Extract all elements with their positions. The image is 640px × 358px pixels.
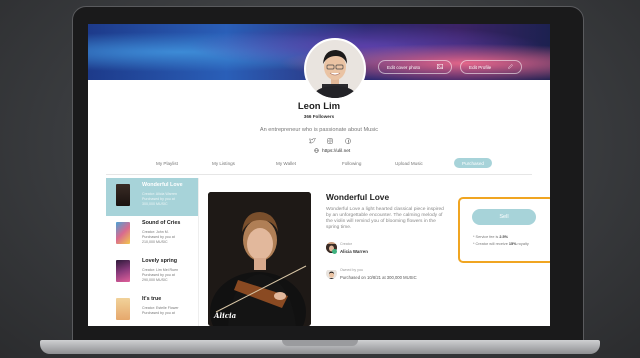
followers-count[interactable]: 366 Followers [88, 114, 550, 119]
artwork-signature: Alicia [214, 311, 237, 320]
list-item-creator: Creator: Lim Mei Ruen [142, 268, 179, 272]
purchased-list: Wonderful Love Creator: Alicia Warren Pu… [106, 178, 199, 326]
edit-profile-button[interactable]: Edit Profile [460, 60, 522, 74]
profile-name: Leon Lim [297, 101, 341, 112]
track-thumbnail [116, 260, 130, 282]
laptop-notch [282, 340, 358, 346]
list-item-purchased: Purchased by you at [142, 273, 175, 277]
tab-my-wallet[interactable]: My Wallet [276, 158, 296, 168]
owner-avatar [326, 268, 337, 279]
image-icon [437, 64, 443, 70]
twitter-icon[interactable] [308, 137, 316, 145]
website-url: https://ulil.net [322, 149, 351, 154]
track-thumbnail [116, 298, 130, 320]
facebook-icon[interactable] [344, 137, 352, 145]
list-item[interactable]: Wonderful Love Creator: Alicia Warren Pu… [106, 178, 198, 216]
avatar[interactable] [304, 38, 366, 100]
app-screen: Edit cover photo Edit Profile Leon Lim 3… [88, 24, 550, 326]
track-artwork: Alicia [208, 192, 311, 326]
list-item-price: 300,000 MUSIC [142, 202, 168, 206]
owner-label: Owned by you [340, 268, 363, 272]
profile-bio: An entrepreneur who is passionate about … [259, 127, 379, 133]
service-fee-prefix: * Service fee is [473, 235, 500, 239]
pencil-icon [508, 64, 513, 70]
royalty-prefix: * Creator will receive [473, 242, 509, 246]
profile-tabs: My Playlist My Listings My Wallet Follow… [148, 158, 508, 168]
list-item-title: Wonderful Love [142, 182, 183, 188]
list-item-title: It's true [142, 296, 162, 302]
list-item-purchased: Purchased by you at [142, 235, 175, 239]
list-item[interactable]: It's true Creator: Estelle Flower Purcha… [106, 292, 198, 326]
owner-purchase-info: Purchased on 10/8/21 at 300,000 MUSIC [340, 275, 417, 280]
edit-cover-label: Edit cover photo [387, 64, 421, 70]
creator-name[interactable]: Alicia Warren [340, 249, 368, 254]
globe-icon [314, 148, 319, 155]
list-item-title: Lovely spring [142, 258, 178, 264]
track-thumbnail [116, 222, 130, 244]
creator-label: Creator [340, 242, 352, 246]
verified-icon [332, 249, 337, 254]
tab-upload-music[interactable]: Upload Music [395, 158, 423, 168]
royalty-text: * Creator will receive 15% royalty [473, 242, 529, 246]
track-thumbnail [116, 184, 130, 206]
website-link[interactable]: https://ulil.net [314, 148, 350, 155]
service-fee-text: * Service fee is 2.5% [473, 235, 508, 239]
list-item-creator: Creator: John M. [142, 230, 169, 234]
tab-my-playlist[interactable]: My Playlist [156, 158, 178, 168]
sell-panel: Sell * Service fee is 2.5% * Creator wil… [458, 197, 550, 263]
tab-following[interactable]: Following [342, 158, 361, 168]
royalty-suffix: royalty [516, 242, 529, 246]
instagram-icon[interactable] [326, 137, 334, 145]
list-item-title: Sound of Cries [142, 220, 181, 226]
list-item-purchased: Purchased by you at [142, 197, 175, 201]
social-links [308, 137, 352, 145]
edit-profile-label: Edit Profile [469, 64, 492, 70]
list-item-price: 210,000 MUSIC [142, 240, 168, 244]
list-item[interactable]: Lovely spring Creator: Lim Mei Ruen Purc… [106, 254, 198, 292]
service-fee-value: 2.5% [499, 235, 509, 239]
tab-my-listings[interactable]: My Listings [212, 158, 235, 168]
list-item-creator: Creator: Alicia Warren [142, 192, 178, 196]
track-title: Wonderful Love [326, 192, 390, 202]
track-description: Wonderful Love a light hearted classical… [326, 207, 444, 231]
sell-button[interactable]: Sell [472, 209, 536, 225]
list-item-price: 290,000 MUSIC [142, 278, 168, 282]
divider [106, 174, 532, 175]
list-item-creator: Creator: Estelle Flower [142, 306, 179, 310]
list-item-purchased: Purchased by you at [142, 311, 175, 315]
edit-cover-button[interactable]: Edit cover photo [378, 60, 452, 74]
list-item[interactable]: Sound of Cries Creator: John M. Purchase… [106, 216, 198, 254]
tab-purchased[interactable]: Purchased [454, 158, 492, 168]
